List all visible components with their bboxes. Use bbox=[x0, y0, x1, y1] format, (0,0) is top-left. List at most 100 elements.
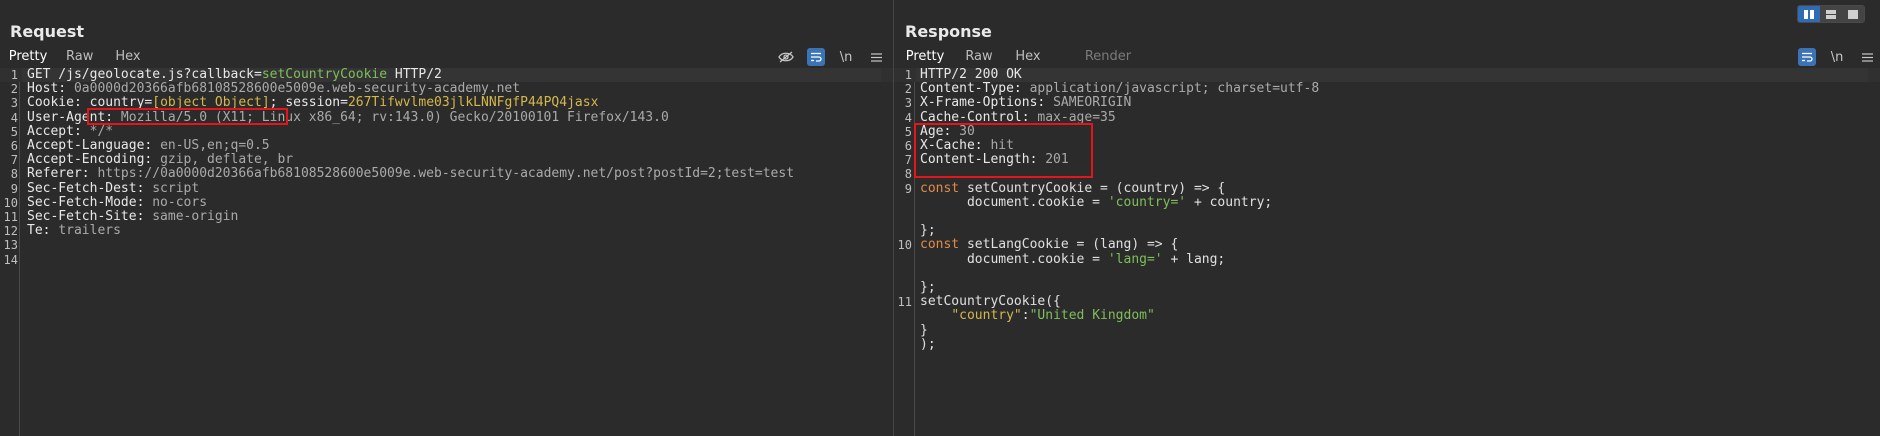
line-number: 3 bbox=[10, 96, 18, 111]
code-token: = bbox=[254, 67, 262, 82]
code-line: 10 Sec-Fetch-Mode: no-cors bbox=[0, 194, 893, 210]
menu-icon[interactable] bbox=[1858, 48, 1876, 66]
code-token: }; bbox=[920, 223, 936, 239]
code-line: 1 HTTP/2 200 OK bbox=[894, 67, 1880, 83]
code-line: document.cookie = 'lang=' + lang; bbox=[894, 251, 1880, 267]
code-text: document.cookie = 'lang=' + lang; bbox=[920, 251, 1225, 267]
code-token: Sec-Fetch-Dest: bbox=[27, 180, 153, 196]
code-text: GET /js/geolocate.js?callback=setCountry… bbox=[27, 67, 442, 82]
code-line: 6 X-Cache: hit bbox=[894, 138, 1880, 153]
response-editor[interactable]: 1 HTTP/2 200 OK 2 Content-Type: application… bbox=[894, 67, 1880, 436]
code-token: Referer: bbox=[27, 166, 98, 182]
line-number: 2 bbox=[904, 82, 912, 97]
code-token: Host: bbox=[27, 81, 74, 97]
line-number: 6 bbox=[10, 139, 18, 153]
code-text: document.cookie = 'country=' + country; bbox=[920, 194, 1272, 210]
code-token: document.cookie = bbox=[920, 194, 1108, 210]
code-line: 12 Te: trailers bbox=[0, 223, 893, 239]
tabbed-layout-icon[interactable] bbox=[1842, 6, 1864, 22]
word-wrap-icon[interactable] bbox=[1798, 48, 1816, 66]
code-line: 5 Accept: */* bbox=[0, 124, 893, 139]
line-number: 11 bbox=[3, 210, 18, 224]
code-text: Sec-Fetch-Dest: script bbox=[27, 180, 199, 196]
code-token: max-age=35 bbox=[1037, 109, 1116, 125]
code-line: 2 Host: 0a0000d20366afb68108528600e5009e.… bbox=[0, 82, 893, 97]
code-line: } bbox=[894, 322, 1880, 338]
code-text: Content-Type: application/javascript; ch… bbox=[920, 82, 1319, 96]
newline-icon[interactable]: \n bbox=[1828, 48, 1846, 66]
newline-icon[interactable]: \n bbox=[837, 48, 855, 66]
code-token: same-origin bbox=[152, 209, 239, 224]
request-toolbar: \n bbox=[777, 48, 885, 66]
word-wrap-icon[interactable] bbox=[807, 48, 825, 66]
response-pane: Response Pretty Raw Hex Render \n 1 HTTP/… bbox=[894, 0, 1880, 436]
code-token: gzip, deflate, br bbox=[160, 152, 294, 168]
code-token: Mozilla/5.0 (X11; Linux x86_64; rv:143.0… bbox=[120, 109, 669, 125]
code-token: 201 bbox=[1045, 152, 1069, 168]
code-token: ); bbox=[920, 336, 936, 352]
response-title: Response bbox=[905, 22, 992, 41]
request-pane: Request Pretty Raw Hex \n 1 GET /js/geolo… bbox=[0, 0, 893, 436]
line-number: 1 bbox=[10, 68, 18, 82]
code-token: Cache-Control: bbox=[920, 109, 1038, 125]
line-number: 3 bbox=[904, 96, 912, 111]
code-token: 0a0000d20366afb68108528600e5009e.web-sec… bbox=[73, 81, 521, 97]
line-number: 2 bbox=[10, 82, 18, 97]
code-token: } bbox=[920, 322, 928, 338]
code-line: 2 Content-Type: application/javascript; c… bbox=[894, 82, 1880, 97]
code-line: 6 Accept-Language: en-US,en;q=0.5 bbox=[0, 138, 893, 153]
code-token: setCountryCookie({ bbox=[920, 294, 1061, 310]
code-line: 11 setCountryCookie({ bbox=[894, 294, 1880, 310]
code-line: 7 Content-Length: 201 bbox=[894, 153, 1880, 168]
line-number: 10 bbox=[897, 238, 912, 253]
code-token: setLangCookie = (lang) => { bbox=[959, 237, 1179, 253]
code-token: Accept-Language: bbox=[27, 138, 161, 153]
line-number: 4 bbox=[904, 110, 912, 125]
code-text: Host: 0a0000d20366afb68108528600e5009e.w… bbox=[27, 82, 520, 96]
code-token: GET /js/geolocate.js? bbox=[27, 67, 192, 82]
code-token: Age: bbox=[920, 123, 960, 139]
code-line: 7 Accept-Encoding: gzip, deflate, br bbox=[0, 152, 893, 168]
code-text: X-Frame-Options: SAMEORIGIN bbox=[920, 96, 1131, 110]
code-token: const bbox=[920, 237, 960, 253]
code-line: 9 const setCountryCookie = (country) => { bbox=[894, 180, 1880, 196]
line-number: 5 bbox=[904, 124, 912, 139]
code-line: 3 X-Frame-Options: SAMEORIGIN bbox=[894, 96, 1880, 111]
side-by-side-layout-icon[interactable] bbox=[1798, 6, 1820, 22]
code-token: document.cookie = bbox=[920, 251, 1108, 267]
request-editor[interactable]: 1 GET /js/geolocate.js?callback=setCountr… bbox=[0, 67, 893, 436]
line-number: 10 bbox=[3, 195, 18, 210]
stacked-layout-icon[interactable] bbox=[1820, 6, 1842, 22]
code-token: [object Object] bbox=[152, 95, 270, 111]
code-text: Cookie: country = [object Object]; session… bbox=[27, 96, 598, 110]
code-token: no-cors bbox=[152, 194, 208, 210]
eye-off-icon[interactable] bbox=[777, 48, 795, 66]
line-number: 6 bbox=[904, 139, 912, 153]
code-text: Accept: */* bbox=[27, 124, 113, 139]
code-token: trailers bbox=[58, 223, 121, 239]
code-text: "country":"United Kingdom" bbox=[920, 309, 1155, 323]
code-text: const setCountryCookie = (country) => { bbox=[920, 180, 1226, 196]
code-text: Content-Length: 201 bbox=[920, 153, 1069, 167]
menu-icon[interactable] bbox=[867, 48, 885, 66]
layout-toggle bbox=[1797, 5, 1865, 23]
code-token: : bbox=[1021, 308, 1030, 324]
code-text: Sec-Fetch-Mode: no-cors bbox=[27, 194, 208, 210]
code-line: "country":"United Kingdom" bbox=[894, 309, 1880, 323]
line-number: 7 bbox=[904, 153, 912, 168]
code-token: = bbox=[340, 95, 348, 111]
code-token: X-Frame-Options: bbox=[920, 95, 1054, 111]
code-token: SAMEORIGIN bbox=[1053, 95, 1132, 111]
code-text: Accept-Language: en-US,en;q=0.5 bbox=[27, 138, 270, 153]
code-line: document.cookie = 'country=' + country; bbox=[894, 194, 1880, 210]
code-token: en-US,en;q=0.5 bbox=[160, 138, 270, 153]
line-number: 9 bbox=[10, 181, 18, 196]
code-token: setCountryCookie = (country) => { bbox=[959, 180, 1226, 196]
code-line: 4 User-Agent: Mozilla/5.0 (X11; Linux x86… bbox=[0, 109, 893, 125]
code-token: application/javascript; charset=utf-8 bbox=[1029, 81, 1320, 97]
line-number: 5 bbox=[10, 124, 18, 139]
line-number: 13 bbox=[3, 238, 18, 253]
code-token: 267Tifwvlme03jlkLNNFgfP44PQ4jasx bbox=[347, 95, 599, 111]
code-line: 5 Age: 30 bbox=[894, 123, 1880, 139]
code-token: setCountryCookie bbox=[261, 67, 388, 82]
